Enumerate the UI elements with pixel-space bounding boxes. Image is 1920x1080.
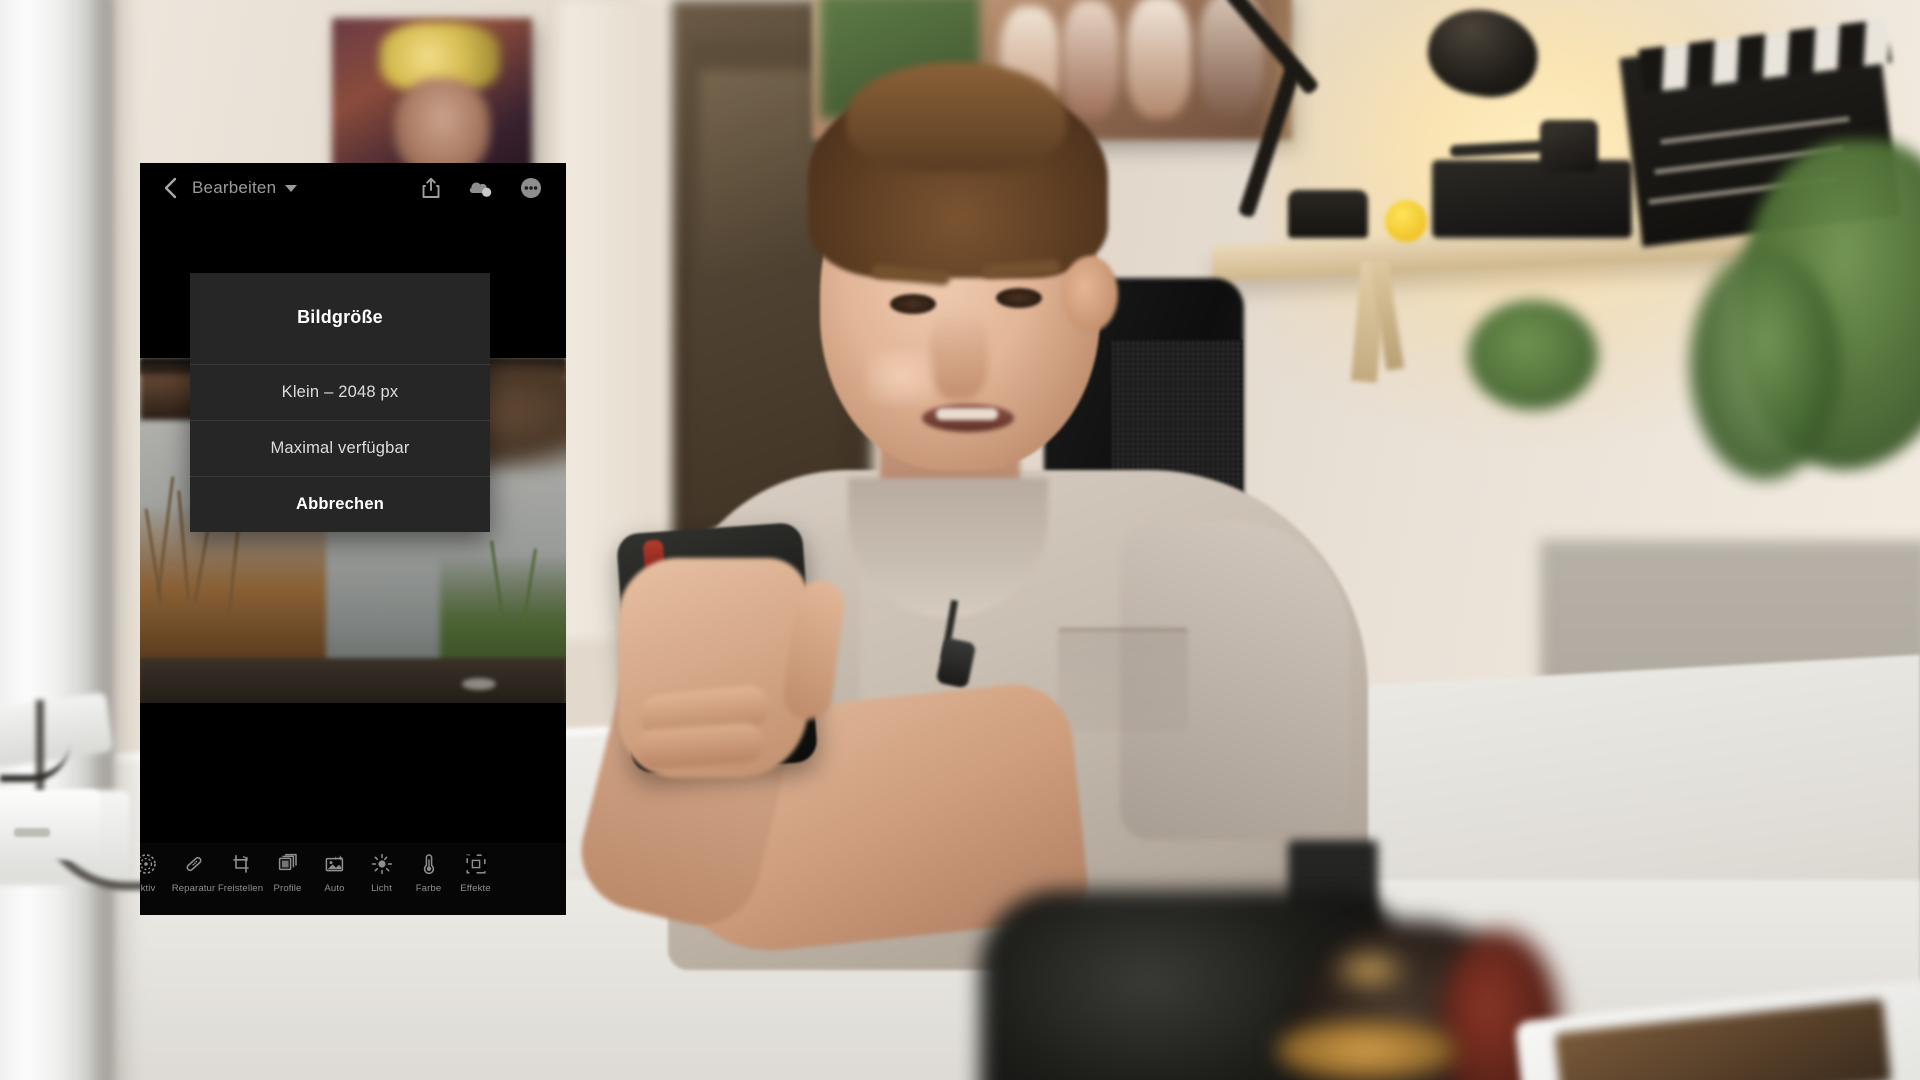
tool-label: ktiv — [140, 883, 156, 894]
tool-licht[interactable]: Licht — [358, 851, 405, 894]
light-sun-icon — [371, 851, 393, 877]
person-eye-left — [890, 294, 936, 314]
edit-tools-toolbar: ktiv Reparatur Freistellen Profile Auto … — [140, 843, 566, 915]
image-size-dialog: Bildgröße Klein – 2048 px Maximal verfüg… — [190, 273, 490, 532]
profiles-icon — [277, 851, 299, 877]
edit-mode-selector[interactable]: Bearbeiten — [192, 178, 298, 198]
tool-label: Effekte — [460, 883, 491, 894]
tool-label: Freistellen — [217, 883, 264, 894]
imac-shadow — [96, 0, 136, 1080]
power-adapter-slot — [14, 828, 50, 837]
person-hair-top — [846, 62, 1066, 172]
app-topbar: Bearbeiten — [140, 163, 566, 213]
tool-label: Reparatur — [171, 883, 216, 894]
tool-label: Auto — [324, 883, 345, 894]
dialog-cancel-button[interactable]: Abbrechen — [190, 476, 490, 532]
group-photo-person — [1126, 0, 1192, 118]
photo-rock — [462, 678, 496, 690]
tool-label: Profile — [273, 883, 302, 894]
foreground-dslr-gold-ring — [1276, 1020, 1456, 1080]
tool-profile[interactable]: Profile — [264, 851, 311, 894]
tool-freistellen[interactable]: Freistellen — [217, 851, 264, 894]
group-photo-person — [1062, 0, 1120, 118]
tool-reparatur[interactable]: Reparatur — [170, 851, 217, 894]
person-nose — [930, 310, 988, 400]
tool-effekte[interactable]: Effekte — [452, 851, 499, 894]
more-options-icon[interactable] — [514, 171, 548, 205]
dialog-option-maximum[interactable]: Maximal verfügbar — [190, 420, 490, 476]
photo-canvas[interactable]: Bildgröße Klein – 2048 px Maximal verfüg… — [140, 213, 566, 753]
small-plant — [1468, 300, 1598, 410]
photo-ground — [140, 658, 566, 703]
effects-icon — [464, 851, 487, 877]
power-adapter — [0, 790, 100, 860]
houseplant-secondary — [1690, 250, 1840, 480]
tool-farbe[interactable]: Farbe — [405, 851, 452, 894]
tshirt-pocket — [1058, 628, 1188, 732]
foreground-dslr-gold-accent — [1330, 946, 1410, 994]
color-thermometer-icon — [418, 851, 440, 877]
rubber-duck — [1385, 200, 1427, 242]
shelf-camera-lens — [1540, 120, 1598, 172]
lightroom-mobile-overlay: Bearbeiten Bildgröße Klein – 2048 px Max… — [140, 163, 566, 915]
chevron-left-icon[interactable] — [158, 175, 184, 201]
shelf-camera — [1432, 160, 1632, 238]
auto-enhance-icon — [324, 851, 346, 877]
dialog-title: Bildgröße — [297, 307, 383, 327]
lamp-base — [1288, 190, 1368, 238]
person-ear — [1062, 256, 1118, 332]
tool-auto[interactable]: Auto — [311, 851, 358, 894]
caret-down-icon — [285, 184, 298, 192]
crop-icon — [230, 851, 252, 877]
edit-mode-label: Bearbeiten — [192, 178, 277, 197]
selective-icon — [140, 851, 157, 877]
person-eye-right — [996, 288, 1042, 308]
person-teeth — [936, 408, 998, 420]
tool-label: Farbe — [415, 883, 442, 894]
share-icon[interactable] — [414, 171, 448, 205]
tool-selective[interactable]: ktiv — [140, 851, 170, 894]
dialog-option-small[interactable]: Klein – 2048 px — [190, 364, 490, 420]
person-cheek-highlight — [866, 350, 936, 404]
healing-brush-icon — [183, 851, 205, 877]
tool-label: Licht — [371, 883, 392, 894]
cloud-sync-icon[interactable] — [464, 171, 498, 205]
